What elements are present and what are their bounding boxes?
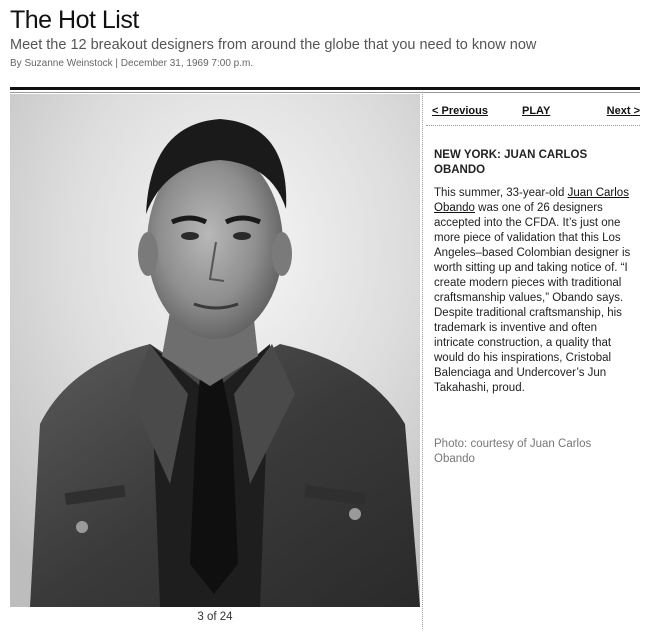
byline: By Suzanne Weinstock | December 31, 1969… — [10, 58, 254, 69]
caption-text-before: This summer, 33-year-old — [434, 187, 568, 199]
slideshow-nav: < Previous PLAY Next > — [432, 105, 640, 121]
previous-link[interactable]: < Previous — [432, 105, 488, 117]
caption-heading: NEW YORK: JUAN CARLOS OBANDO — [434, 149, 588, 176]
page-subtitle: Meet the 12 breakout designers from arou… — [10, 37, 537, 53]
column-divider — [422, 94, 423, 629]
header-rule-thin — [10, 92, 640, 93]
caption-text-after: was one of 26 designers accepted into th… — [434, 202, 631, 394]
caption-body: This summer, 33-year-old Juan Carlos Oba… — [434, 186, 640, 396]
slideshow-photo[interactable] — [10, 94, 420, 607]
nav-divider — [426, 125, 640, 126]
play-link[interactable]: PLAY — [522, 105, 550, 117]
header-rule — [10, 87, 640, 90]
page-title: The Hot List — [10, 6, 139, 34]
slide-counter: 3 of 24 — [197, 611, 233, 623]
portrait-photo-icon — [10, 94, 420, 607]
next-link[interactable]: Next > — [607, 105, 640, 117]
photo-credit: Photo: courtesy of Juan Carlos Obando — [434, 438, 592, 465]
